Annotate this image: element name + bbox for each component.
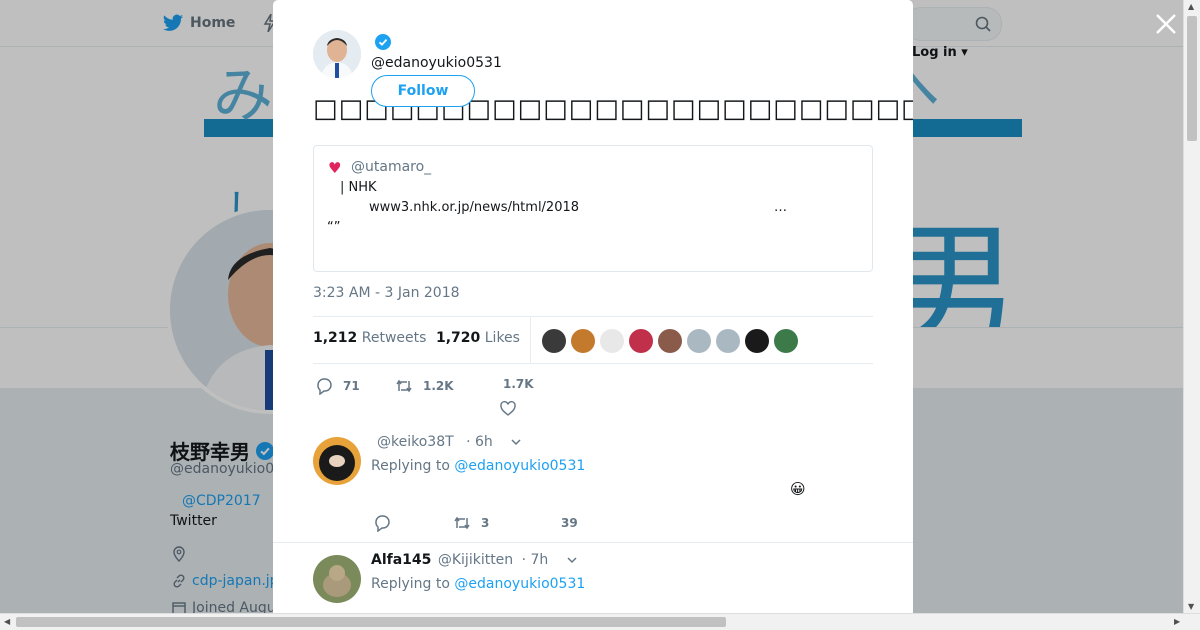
liker-avatar[interactable] <box>629 329 653 353</box>
like-action-count: 1.7K <box>503 377 534 391</box>
tweet-actions: 71 1.2K 1.7K <box>313 375 873 417</box>
replying-label: Replying to <box>371 576 450 592</box>
chevron-down-icon[interactable] <box>511 437 521 447</box>
retweet-icon <box>396 379 412 393</box>
author-avatar[interactable] <box>313 30 361 78</box>
divider <box>530 317 531 363</box>
avatar-image <box>313 437 361 485</box>
liker-avatar[interactable] <box>542 329 566 353</box>
liker-avatar[interactable] <box>571 329 595 353</box>
chevron-down-icon[interactable] <box>567 555 577 565</box>
retweet-label: Retweets <box>361 330 427 346</box>
heart-icon[interactable] <box>500 401 516 417</box>
scrollbar-thumb[interactable] <box>1187 16 1197 141</box>
retweet-action-count: 1.2K <box>423 379 454 393</box>
scrollbar-thumb[interactable] <box>16 617 726 627</box>
quoted-text: | NHK <box>340 180 377 195</box>
vertical-scrollbar[interactable]: ▲ ▼ <box>1183 0 1200 614</box>
replying-to: Replying to @edanoyukio0531 <box>371 576 585 592</box>
heart-icon: ♥ <box>328 159 342 177</box>
reply-display-name[interactable]: Alfa145 <box>371 552 431 568</box>
horizontal-scrollbar[interactable]: ◀ ▶ <box>0 613 1200 630</box>
retweet-icon <box>454 516 470 530</box>
avatar-image <box>313 555 361 603</box>
author-handle[interactable]: @edanoyukio0531 <box>371 55 502 71</box>
reply-handle[interactable]: @Kijikitten <box>438 552 513 568</box>
reply-avatar[interactable] <box>313 437 361 485</box>
retweet-count: 3 <box>481 516 490 530</box>
reply-icon <box>317 378 332 395</box>
liker-avatar[interactable] <box>774 329 798 353</box>
liker-avatar[interactable] <box>658 329 682 353</box>
reply-action[interactable] <box>373 514 401 532</box>
reply-icon <box>375 515 390 532</box>
liker-avatar[interactable] <box>600 329 624 353</box>
reply-action[interactable]: 71 <box>315 377 360 395</box>
reply-header: Alfa145 @Kijikitten · 7h <box>371 552 577 568</box>
liker-avatar[interactable] <box>745 329 769 353</box>
scroll-left-arrow-icon[interactable]: ◀ <box>4 617 10 626</box>
divider <box>273 542 913 543</box>
like-count[interactable]: 39 <box>561 516 578 530</box>
quoted-text: “” <box>327 220 341 235</box>
tweet-stats: 1,212 Retweets 1,720 Likes <box>313 316 873 364</box>
scroll-up-arrow-icon[interactable]: ▲ <box>1188 2 1194 11</box>
verified-badge-icon <box>375 34 391 50</box>
replying-label: Replying to <box>371 458 450 474</box>
author-photo <box>313 30 361 78</box>
retweet-action[interactable]: 1.2K <box>395 377 454 395</box>
reply-count: 71 <box>343 379 360 393</box>
quoted-user-handle[interactable]: @utamaro_ <box>351 159 431 175</box>
retweet-action[interactable]: 3 <box>453 514 489 532</box>
reply-time[interactable]: · 6h <box>466 434 493 450</box>
replying-handle[interactable]: @edanoyukio0531 <box>454 458 585 474</box>
liker-avatar[interactable] <box>716 329 740 353</box>
likers-list <box>542 329 798 353</box>
quoted-ellipsis: … <box>774 200 787 215</box>
scroll-down-arrow-icon[interactable]: ▼ <box>1188 602 1194 611</box>
reply-emoji: 😀 <box>790 480 806 498</box>
replying-to: Replying to @edanoyukio0531 <box>371 458 585 474</box>
quoted-link[interactable]: www3.nhk.or.jp/news/html/2018 <box>369 200 579 215</box>
quoted-tweet[interactable]: ♥ @utamaro_ | NHK www3.nhk.or.jp/news/ht… <box>313 145 873 272</box>
like-stat[interactable]: 1,720 Likes <box>436 330 520 346</box>
reply-handle[interactable]: @keiko38T <box>377 434 454 450</box>
tweet-timestamp[interactable]: 3:23 AM - 3 Jan 2018 <box>313 285 460 301</box>
reply-header: @keiko38T · 6h <box>371 434 521 450</box>
retweet-stat[interactable]: 1,212 Retweets <box>313 330 426 346</box>
scroll-right-arrow-icon[interactable]: ▶ <box>1174 617 1180 626</box>
tweet-modal: @edanoyukio0531 □□□□□□□□□□□□□□□□□□□□□□□□… <box>273 0 913 614</box>
follow-button[interactable]: Follow <box>371 75 475 107</box>
replying-handle[interactable]: @edanoyukio0531 <box>454 576 585 592</box>
liker-avatar[interactable] <box>687 329 711 353</box>
close-icon[interactable] <box>1154 12 1178 36</box>
like-count: 1,720 <box>436 330 481 346</box>
reply-avatar[interactable] <box>313 555 361 603</box>
reply-time[interactable]: · 7h <box>522 552 549 568</box>
like-label: Likes <box>484 330 520 346</box>
retweet-count: 1,212 <box>313 330 358 346</box>
